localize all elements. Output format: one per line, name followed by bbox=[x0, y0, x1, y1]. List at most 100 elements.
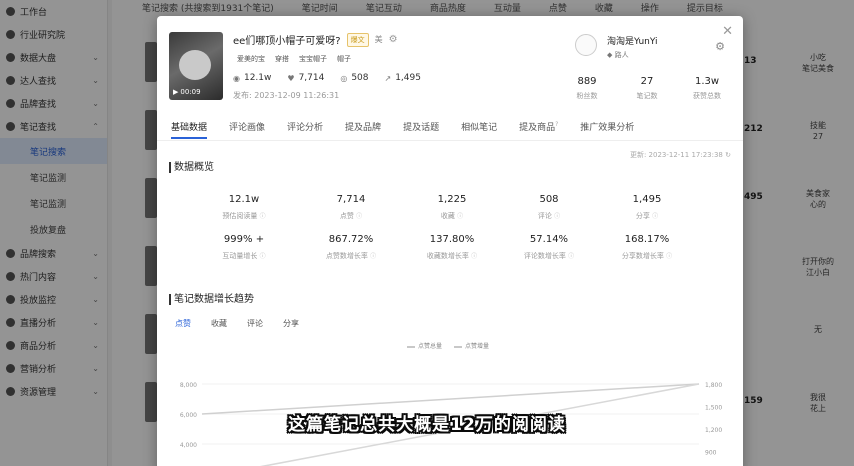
info-icon: ⓘ bbox=[356, 213, 363, 220]
sidebar-item[interactable]: 笔记监测 bbox=[0, 164, 107, 190]
overview-title: 数据概览 bbox=[169, 162, 214, 173]
avatar[interactable] bbox=[575, 34, 597, 56]
sidebar-item[interactable]: 笔记查找 ⌃ bbox=[0, 115, 107, 138]
row-number: 212 bbox=[744, 124, 763, 134]
chevron-icon: ⌃ bbox=[92, 122, 99, 131]
menu-icon bbox=[6, 387, 15, 396]
y-right-tick: 1,800 bbox=[705, 382, 722, 389]
tab-item[interactable]: 相似笔记 bbox=[461, 120, 497, 139]
sidebar-item[interactable]: 投放复盘 bbox=[0, 216, 107, 242]
growth-title: 笔记数据增长趋势 bbox=[169, 294, 254, 305]
heart-icon: ♥ bbox=[287, 73, 295, 83]
sidebar-item[interactable]: 资源管理 ⌄ bbox=[0, 380, 107, 403]
row-text: 美食家 心的 bbox=[806, 189, 830, 209]
views-count: 12.1w bbox=[243, 73, 272, 83]
tab-item[interactable]: 评论画像 bbox=[229, 120, 265, 139]
list-header-cell: 点赞 bbox=[548, 3, 567, 14]
video-subtitle: 这篇笔记总共大概是12万的阅阅读 bbox=[288, 415, 566, 435]
sidebar-item-label: 直播分析 bbox=[20, 319, 57, 329]
sidebar-item[interactable]: 行业研究院 bbox=[0, 23, 107, 46]
sidebar-item[interactable]: 直播分析 ⌄ bbox=[0, 311, 107, 334]
info-icon: ⓘ bbox=[652, 213, 659, 220]
note-tag[interactable]: 爱美的宝 bbox=[237, 54, 265, 64]
update-time: 更新: 2023-12-11 17:23:38 ↻ bbox=[629, 151, 731, 159]
share-icon: ↗ bbox=[384, 73, 392, 83]
sidebar-item[interactable]: 品牌查找 ⌄ bbox=[0, 92, 107, 115]
refresh-icon[interactable]: ↻ bbox=[725, 151, 731, 159]
metric-label: 点赞 ⓘ bbox=[339, 212, 363, 220]
sidebar-item[interactable]: 投放监控 ⌄ bbox=[0, 288, 107, 311]
author-name[interactable]: 淘淘是YunYi bbox=[607, 34, 658, 47]
tab-item[interactable]: 提及话题 bbox=[403, 120, 439, 139]
tab-label: 评论分析 bbox=[287, 123, 324, 133]
note-tags: 爱美的宝 穿搭 宝宝帽子 帽子 bbox=[237, 54, 351, 64]
sidebar-item-label: 数据大盘 bbox=[20, 54, 57, 64]
menu-icon bbox=[6, 7, 15, 16]
sidebar-item-label: 投放监控 bbox=[20, 296, 57, 306]
eye-icon: ◉ bbox=[233, 73, 240, 83]
sidebar-item[interactable]: 数据大盘 ⌄ bbox=[0, 46, 107, 69]
tab-item[interactable]: 评论分析 bbox=[287, 120, 323, 139]
growth-subtab[interactable]: 点赞 bbox=[175, 318, 191, 329]
legend-item[interactable]: 点赞总量 bbox=[407, 341, 442, 350]
growth-subtabs: 点赞 收藏 评论 分享 bbox=[175, 318, 299, 329]
row-thumbnail bbox=[145, 42, 157, 82]
sidebar-item[interactable]: 商品分析 ⌄ bbox=[0, 334, 107, 357]
note-tag[interactable]: 帽子 bbox=[337, 54, 351, 64]
row-text: 无 bbox=[814, 325, 822, 334]
tab-item[interactable]: 提及品牌 bbox=[345, 120, 381, 139]
legend-item[interactable]: 点赞增量 bbox=[454, 341, 489, 350]
growth-subtab[interactable]: 分享 bbox=[283, 318, 299, 329]
author-level: ◆ 路人 bbox=[607, 51, 629, 59]
menu-icon bbox=[6, 272, 15, 281]
menu-icon bbox=[6, 76, 15, 85]
sidebar-item[interactable]: 笔记搜索 bbox=[0, 138, 107, 164]
sidebar-item-label: 笔记搜索 bbox=[30, 147, 67, 158]
note-title[interactable]: ee们哪顶小帽子可爱呀? bbox=[233, 32, 341, 47]
metric-value: 999% + bbox=[223, 234, 265, 245]
sidebar-item-label: 营销分析 bbox=[20, 365, 57, 375]
list-header-cell: 提示目标 bbox=[686, 3, 723, 14]
info-icon: ⓘ bbox=[259, 253, 266, 260]
note-tag[interactable]: 宝宝帽子 bbox=[299, 54, 327, 64]
growth-subtab[interactable]: 评论 bbox=[247, 318, 263, 329]
sidebar-item[interactable]: 营销分析 ⌄ bbox=[0, 357, 107, 380]
note-thumbnail[interactable]: ▶ 00:09 bbox=[169, 32, 223, 100]
metric-card: 1,495 分享 ⓘ bbox=[597, 194, 697, 221]
sidebar-item-label: 投放复盘 bbox=[30, 225, 67, 236]
note-detail-modal: ✕ ▶ 00:09 ee们哪顶小帽子可爱呀? 爆文 美 ⚙ 爱美的宝 穿搭 宝宝帽子帽… bbox=[157, 16, 743, 466]
likes-count: 7,714 bbox=[298, 73, 325, 83]
gear-icon[interactable]: ⚙ bbox=[715, 40, 725, 53]
tab-label: 提及商品 bbox=[519, 123, 556, 133]
author-stat-label: 粉丝数 bbox=[576, 92, 598, 100]
menu-icon bbox=[6, 295, 15, 304]
publish-time: 发布: 2023-12-09 11:26:31 bbox=[233, 91, 340, 100]
sidebar-item[interactable]: 品牌搜索 ⌄ bbox=[0, 242, 107, 265]
chevron-icon: ⌄ bbox=[92, 318, 99, 327]
growth-subtab[interactable]: 收藏 bbox=[211, 318, 227, 329]
sidebar-item[interactable]: 笔记监测 bbox=[0, 190, 107, 216]
tab-item[interactable]: 提及商品? bbox=[519, 120, 558, 139]
close-icon[interactable]: ✕ bbox=[722, 24, 733, 39]
legend-swatch bbox=[454, 345, 463, 348]
tab-item[interactable]: 推广效果分析 bbox=[580, 120, 634, 139]
row-number: 13 bbox=[744, 56, 757, 66]
metric-value: 137.80% bbox=[429, 234, 475, 245]
sidebar-item[interactable]: 达人查找 ⌄ bbox=[0, 69, 107, 92]
tab-label: 提及话题 bbox=[403, 123, 440, 133]
tab-item[interactable]: 基础数据 bbox=[171, 120, 208, 139]
hot-badge: 爆文 bbox=[346, 32, 369, 47]
menu-icon bbox=[6, 341, 15, 350]
gear-icon[interactable]: ⚙ bbox=[389, 34, 398, 45]
metric-card: 168.17% 分享数增长率 ⓘ bbox=[597, 234, 697, 261]
sidebar-item-label: 笔记监测 bbox=[30, 173, 67, 184]
metric-card: 7,714 点赞 ⓘ bbox=[301, 194, 401, 221]
sidebar-item[interactable]: 热门内容 ⌄ bbox=[0, 265, 107, 288]
note-tag[interactable]: 穿搭 bbox=[275, 54, 289, 64]
sidebar-item[interactable]: 工作台 bbox=[0, 0, 107, 23]
metric-card: 999% + 互动量增长 ⓘ bbox=[194, 234, 294, 261]
metric-card: 12.1w 预估阅读量 ⓘ bbox=[194, 194, 294, 221]
info-icon: ⓘ bbox=[568, 253, 575, 260]
sidebar-item-label: 热门内容 bbox=[20, 273, 57, 283]
sidebar: 工作台 行业研究院 数据大盘 ⌄ 达人查找 ⌄ 品牌查找 ⌄ 笔记查找 ⌃ 笔记搜索 笔记监测 笔记监测… bbox=[0, 0, 108, 466]
